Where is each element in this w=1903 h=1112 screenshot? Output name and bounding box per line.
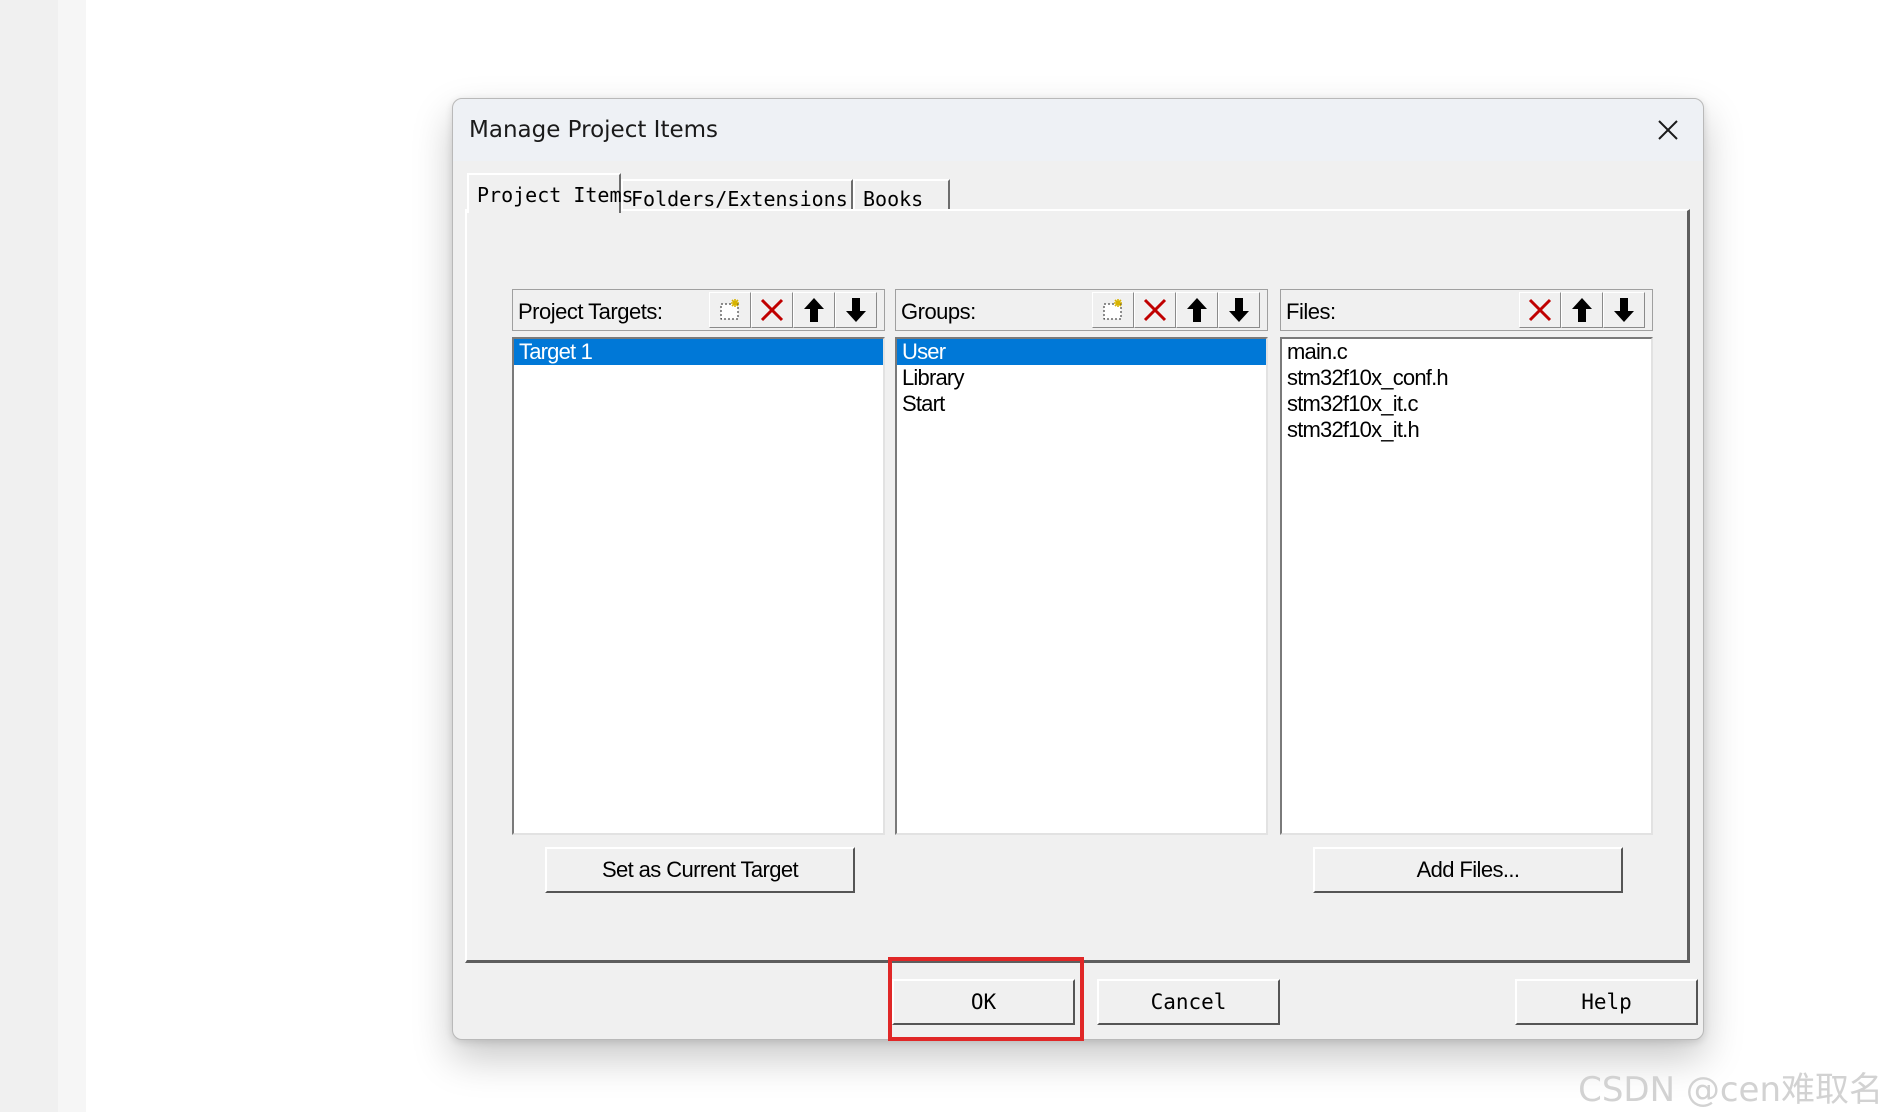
- close-button[interactable]: [1647, 109, 1689, 151]
- manage-project-items-dialog: Manage Project Items Project Items Folde…: [452, 98, 1704, 1040]
- dialog-title: Manage Project Items: [469, 117, 719, 143]
- groups-label: Groups:: [901, 299, 976, 324]
- move-target-up-button[interactable]: [793, 292, 835, 328]
- cancel-button[interactable]: Cancel: [1097, 979, 1280, 1025]
- arrow-down-icon: [1229, 298, 1249, 322]
- files-label: Files:: [1286, 299, 1336, 324]
- dialog-titlebar: Manage Project Items: [453, 99, 1703, 161]
- files-list[interactable]: main.c stm32f10x_conf.h stm32f10x_it.c s…: [1280, 337, 1653, 835]
- tab-project-items[interactable]: Project Items: [467, 173, 634, 213]
- tab-folders-extensions[interactable]: Folders/Extensions: [621, 179, 853, 211]
- move-group-down-button[interactable]: [1218, 292, 1260, 328]
- close-icon: [1658, 120, 1678, 140]
- new-item-icon: [720, 299, 739, 320]
- files-header: Files:: [1280, 289, 1653, 331]
- arrow-down-icon: [846, 298, 866, 322]
- delete-icon: [760, 298, 784, 322]
- groups-list[interactable]: User Library Start: [895, 337, 1268, 835]
- move-file-down-button[interactable]: [1603, 292, 1645, 328]
- new-target-button[interactable]: [709, 292, 751, 328]
- arrow-up-icon: [1572, 298, 1592, 322]
- targets-label: Project Targets:: [518, 299, 663, 324]
- list-item[interactable]: Start: [897, 391, 1266, 417]
- delete-icon: [1528, 298, 1552, 322]
- move-group-up-button[interactable]: [1176, 292, 1218, 328]
- background-left-strip: [0, 0, 58, 1112]
- delete-icon: [1143, 298, 1167, 322]
- list-item[interactable]: Library: [897, 365, 1266, 391]
- targets-header: Project Targets:: [512, 289, 885, 331]
- new-item-icon: [1103, 299, 1122, 320]
- list-item[interactable]: stm32f10x_it.c: [1282, 391, 1651, 417]
- set-current-target-button[interactable]: Set as Current Target: [545, 847, 855, 893]
- arrow-up-icon: [1187, 298, 1207, 322]
- help-button[interactable]: Help: [1515, 979, 1698, 1025]
- list-item[interactable]: stm32f10x_conf.h: [1282, 365, 1651, 391]
- move-file-up-button[interactable]: [1561, 292, 1603, 328]
- watermark: CSDN @cen难取名: [1578, 1070, 1883, 1110]
- move-target-down-button[interactable]: [835, 292, 877, 328]
- list-item[interactable]: stm32f10x_it.h: [1282, 417, 1651, 443]
- list-item[interactable]: Target 1: [514, 339, 883, 365]
- list-item[interactable]: User: [897, 339, 1266, 365]
- ok-highlight-box: [888, 957, 1084, 1041]
- groups-header: Groups:: [895, 289, 1268, 331]
- arrow-down-icon: [1614, 298, 1634, 322]
- add-files-button[interactable]: Add Files...: [1313, 847, 1623, 893]
- delete-target-button[interactable]: [751, 292, 793, 328]
- delete-group-button[interactable]: [1134, 292, 1176, 328]
- new-group-button[interactable]: [1092, 292, 1134, 328]
- tab-books[interactable]: Books: [853, 179, 950, 211]
- delete-file-button[interactable]: [1519, 292, 1561, 328]
- list-item[interactable]: main.c: [1282, 339, 1651, 365]
- background-left-strip-light: [58, 0, 86, 1112]
- arrow-up-icon: [804, 298, 824, 322]
- targets-list[interactable]: Target 1: [512, 337, 885, 835]
